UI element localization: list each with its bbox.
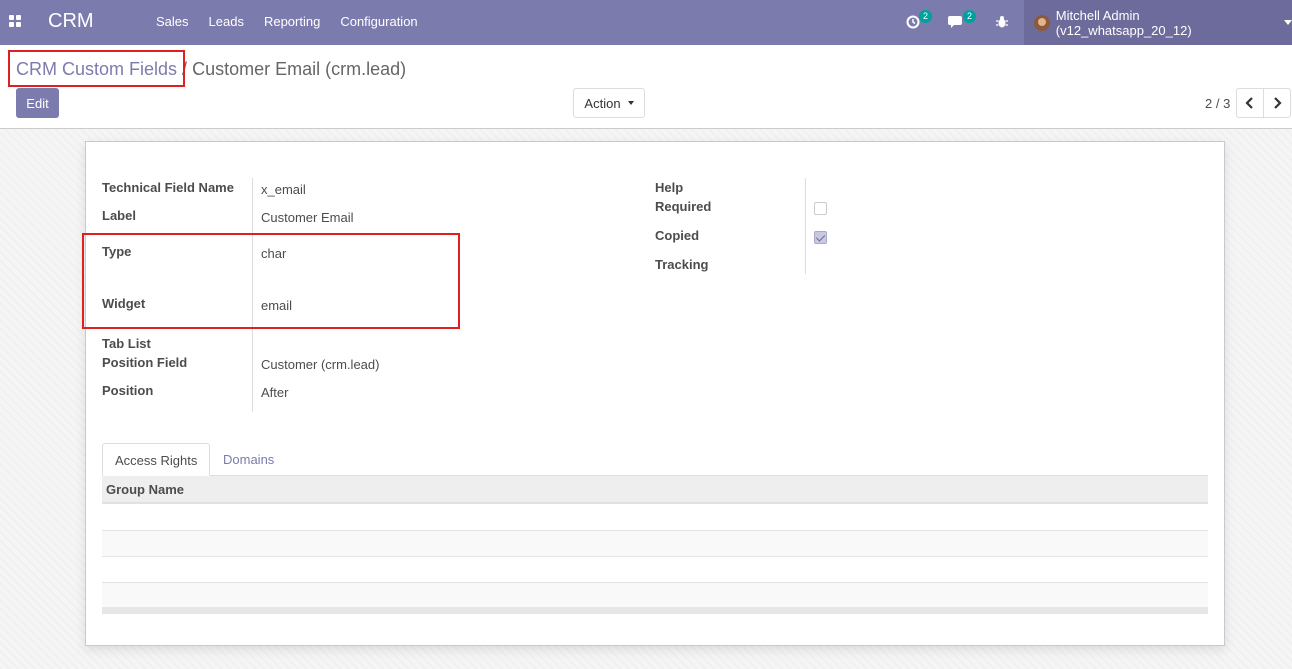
table-row[interactable]: [102, 505, 1208, 531]
action-label: Action: [584, 95, 621, 111]
menu-item-leads[interactable]: Leads: [199, 14, 254, 29]
field-label-type: Type: [102, 244, 132, 259]
right-group-divider: [805, 178, 806, 274]
table-row[interactable]: [102, 583, 1208, 609]
debug-bug-icon[interactable]: [990, 12, 1014, 34]
chevron-right-icon: [1274, 97, 1282, 109]
edit-button[interactable]: Edit: [16, 88, 59, 118]
field-label-help: Help: [655, 180, 684, 195]
user-menu[interactable]: Mitchell Admin (v12_whatsapp_20_12): [1024, 0, 1292, 45]
pager-previous-button[interactable]: [1236, 88, 1264, 118]
breadcrumb-separator: /: [182, 59, 188, 79]
field-value-position-field[interactable]: Customer (crm.lead): [261, 357, 379, 372]
control-panel: CRM Custom Fields / Customer Email (crm.…: [0, 45, 1292, 129]
pager-value: 2 / 3: [1205, 96, 1231, 111]
left-group-divider: [252, 178, 253, 412]
field-label-position: Position: [102, 383, 154, 398]
field-value-widget[interactable]: email: [261, 298, 292, 313]
menu-item-configuration[interactable]: Configuration: [330, 14, 427, 29]
chevron-left-icon: [1245, 97, 1253, 109]
table-footer: [102, 607, 1208, 614]
breadcrumb-parent-link[interactable]: CRM Custom Fields: [16, 59, 177, 79]
pager-next-button[interactable]: [1263, 88, 1291, 118]
menu-item-sales[interactable]: Sales: [146, 14, 199, 29]
messages-badge: 2: [963, 10, 976, 23]
copied-checkbox[interactable]: [814, 231, 827, 244]
field-label-tab-list: Tab List: [102, 336, 151, 351]
field-value-position[interactable]: After: [261, 385, 288, 400]
tab-domains[interactable]: Domains: [211, 443, 286, 476]
column-header-group-name[interactable]: Group Name: [106, 482, 184, 497]
breadcrumb: CRM Custom Fields / Customer Email (crm.…: [16, 59, 406, 80]
field-label-copied: Copied: [655, 228, 700, 243]
field-label-technical-name: Technical Field Name: [102, 180, 234, 195]
apps-menu-icon[interactable]: [9, 15, 23, 29]
menu-item-reporting[interactable]: Reporting: [254, 14, 330, 29]
field-label-required: Required: [655, 199, 712, 214]
tab-access-rights[interactable]: Access Rights: [102, 443, 211, 476]
table-header: Group Name: [102, 476, 1208, 504]
main-menu: Sales Leads Reporting Configuration: [146, 14, 428, 29]
activity-badge: 2: [919, 10, 932, 23]
top-navbar: CRM Sales Leads Reporting Configuration …: [0, 0, 1292, 45]
field-label-widget: Widget: [102, 296, 146, 311]
user-avatar: [1034, 14, 1050, 31]
required-checkbox[interactable]: [814, 202, 827, 215]
activity-icon[interactable]: 2: [902, 10, 932, 34]
table-row[interactable]: [102, 531, 1208, 557]
app-brand[interactable]: CRM: [48, 10, 94, 33]
field-value-technical-name[interactable]: x_email: [261, 182, 306, 197]
field-value-label[interactable]: Customer Email: [261, 210, 353, 225]
field-value-type[interactable]: char: [261, 246, 286, 261]
chevron-down-icon: [1284, 20, 1292, 25]
field-label-position-field: Position Field: [102, 355, 188, 370]
user-name: Mitchell Admin (v12_whatsapp_20_12): [1055, 7, 1192, 38]
field-label-label: Label: [102, 208, 136, 223]
action-dropdown-button[interactable]: Action: [573, 88, 645, 118]
messages-icon[interactable]: 2: [946, 10, 976, 34]
caret-down-icon: [627, 101, 634, 105]
field-label-tracking: Tracking: [655, 257, 709, 272]
table-row[interactable]: [102, 557, 1208, 583]
breadcrumb-current: Customer Email (crm.lead): [192, 59, 407, 79]
